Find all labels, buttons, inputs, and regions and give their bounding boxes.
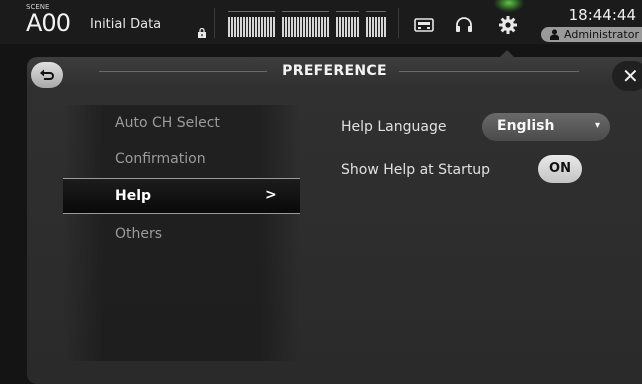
title-rule-right (399, 71, 579, 72)
help-language-label: Help Language (341, 119, 447, 135)
menu-item-label: Auto CH Select (115, 115, 220, 131)
close-button[interactable]: ✕ (612, 61, 642, 91)
chevron-right-icon: > (265, 187, 277, 203)
divider (398, 8, 399, 38)
menu-item-label: Others (115, 226, 163, 242)
menu-item-auto-ch-select[interactable]: Auto CH Select (63, 105, 300, 141)
show-help-at-startup-toggle[interactable]: ON (538, 155, 582, 183)
preference-panel: PREFERENCE ✕ Auto CH Select Confirmation… (27, 57, 642, 384)
help-language-value: English (497, 118, 555, 134)
active-indicator-glow (494, 0, 524, 12)
dropdown-arrow-icon: ▾ (594, 120, 600, 131)
scene-title[interactable]: Initial Data (90, 17, 161, 32)
preference-menu: Auto CH Select Confirmation Help > Other… (63, 105, 300, 361)
level-meters[interactable] (226, 8, 388, 38)
headphones-icon[interactable] (455, 17, 473, 33)
menu-item-help[interactable]: Help > (63, 178, 300, 214)
user-icon (550, 29, 559, 40)
divider (214, 8, 215, 38)
gear-icon[interactable] (498, 15, 518, 35)
user-name: Administrator (564, 28, 639, 41)
toggle-state: ON (549, 161, 571, 176)
menu-item-confirmation[interactable]: Confirmation (63, 141, 300, 177)
menu-item-label: Help (115, 188, 152, 204)
help-language-select[interactable]: English ▾ (482, 113, 610, 141)
lock-icon[interactable] (197, 28, 207, 38)
menu-item-others[interactable]: Others (63, 216, 300, 252)
recorder-icon[interactable] (414, 18, 434, 32)
menu-item-label: Confirmation (115, 151, 206, 167)
close-icon: ✕ (622, 64, 639, 88)
scene-number[interactable]: A00 (26, 9, 71, 37)
clock: 18:44:44 (568, 6, 636, 24)
show-help-at-startup-label: Show Help at Startup (341, 162, 491, 178)
user-badge[interactable]: Administrator (541, 27, 642, 42)
status-bar: SCENE A00 Initial Data 18:44:44 Administ… (0, 0, 642, 44)
